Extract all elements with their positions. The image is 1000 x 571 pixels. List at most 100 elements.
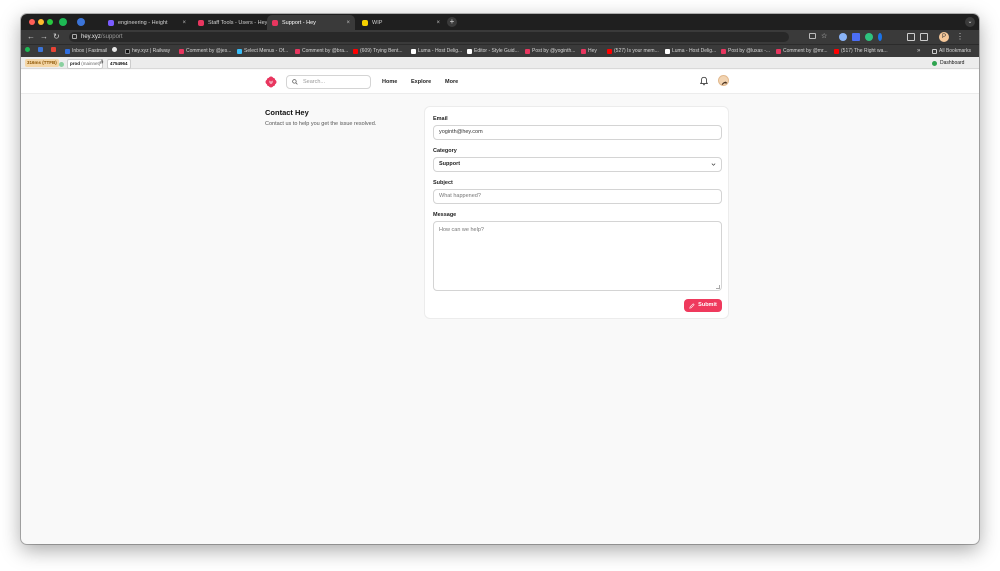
globe-icon (59, 61, 64, 67)
bookmark-label: Editor - Style Guid... (474, 48, 519, 54)
bookmark-label: Luma - Host Delig... (672, 48, 717, 54)
bookmark-item[interactable]: Luma - Host Delig... (411, 47, 462, 56)
nav-link-more[interactable]: More (445, 76, 458, 88)
browser-window: engineering - Height × Staff Tools - Use… (21, 14, 979, 544)
submit-button[interactable]: Submit (684, 299, 722, 312)
tab-label: WIP (372, 19, 383, 26)
bookmarks-bar: Inbox | Fastmail hey.xyz | Railway Comme… (21, 44, 979, 57)
close-tab-icon[interactable]: × (182, 20, 186, 26)
bookmark-github[interactable] (112, 47, 119, 52)
reload-icon[interactable]: ↻ (53, 32, 60, 42)
hey-icon (295, 49, 300, 54)
resize-handle[interactable] (716, 285, 720, 289)
bookmark-item[interactable]: Inbox | Fastmail (65, 47, 107, 56)
hey-favicon-icon (272, 19, 278, 26)
cast-icon[interactable] (809, 33, 816, 39)
minimize-window-button[interactable] (38, 19, 44, 25)
bookmark-label: Luma - Host Delig... (418, 48, 463, 54)
bookmark-item[interactable]: hey.xyz | Railway (125, 47, 170, 56)
bookmark-item[interactable]: Post by @yoginth... (525, 47, 575, 56)
tab-search-chevron-icon[interactable]: ⌄ (965, 17, 975, 27)
fastmail-icon (65, 49, 70, 54)
user-avatar[interactable] (718, 75, 729, 86)
message-textarea[interactable]: How can we help? (433, 221, 722, 291)
bookmark-spotify[interactable] (25, 47, 32, 52)
close-window-button[interactable] (29, 19, 35, 25)
commit-value: 4754964 (107, 59, 131, 69)
bookmark-item[interactable]: (517) The Right wa... (834, 47, 888, 56)
site-info-icon[interactable] (72, 34, 77, 39)
bookmark-app[interactable] (38, 47, 45, 52)
pinned-tab-app-icon[interactable] (77, 18, 85, 26)
new-tab-button[interactable]: + (447, 17, 457, 27)
close-tab-icon[interactable]: × (436, 20, 440, 26)
extension-blue-icon[interactable] (839, 33, 847, 41)
bookmark-item[interactable]: Comment by @bra... (295, 47, 348, 56)
bookmark-label: Post by @yoginth... (532, 48, 576, 54)
bookmark-item[interactable]: Comment by @mr... (776, 47, 828, 56)
avatar-image (721, 81, 728, 85)
editor-icon (467, 49, 472, 54)
pinned-tab-spotify-icon[interactable] (59, 18, 67, 26)
category-value: Support (439, 161, 461, 167)
extension-z-icon[interactable] (852, 33, 860, 41)
branch-suffix: (mainnet) (81, 61, 101, 66)
branch-indicator[interactable]: prod (mainnet) (59, 59, 104, 69)
dashboard-label: Dashboard (940, 60, 965, 66)
nav-link-home[interactable]: Home (382, 76, 397, 88)
bookmark-item[interactable]: (527) Is your mem... (607, 47, 659, 56)
extension-bar-icon[interactable] (878, 33, 882, 41)
all-bookmarks[interactable]: All Bookmarks (932, 47, 971, 56)
commit-badge[interactable]: 4754964 (107, 59, 131, 69)
tab-support[interactable]: Support - Hey × (267, 15, 355, 30)
chevron-down-icon (711, 163, 716, 166)
profile-avatar[interactable]: P (939, 32, 949, 42)
submit-label: Submit (698, 302, 717, 308)
bookmark-gmail[interactable] (51, 47, 58, 52)
youtube-icon (834, 49, 839, 54)
dashboard-link[interactable]: Dashboard (932, 59, 964, 67)
search-placeholder: Search... (303, 79, 326, 85)
email-label: Email (433, 116, 448, 122)
bookmark-item[interactable]: Luma - Host Delig... (665, 47, 716, 56)
bookmark-item[interactable]: Select Menus - Of... (237, 47, 288, 56)
staff-dev-bar: 316ms (TTFB) prod (mainnet) # 4754964 Da… (21, 57, 979, 69)
category-select[interactable]: Support (433, 157, 722, 172)
menu-kebab-icon[interactable]: ⋮ (956, 32, 964, 42)
search-input[interactable]: Search... (286, 75, 371, 89)
hey-icon (776, 49, 781, 54)
folder-icon (932, 49, 937, 54)
bookmark-star-icon[interactable]: ☆ (821, 32, 827, 42)
bookmarks-overflow-icon[interactable]: » (917, 47, 920, 56)
address-bar[interactable]: hey.xyz/support (69, 32, 789, 42)
url-host: hey.xyz (81, 34, 101, 40)
tab-label: Support - Hey (282, 19, 316, 26)
hey-logo-icon[interactable] (265, 76, 277, 88)
bookmark-item[interactable]: Post by @luxas -... (721, 47, 770, 56)
bookmark-label: (527) Is your mem... (614, 48, 659, 54)
email-field[interactable]: yoginth@hey.com (433, 125, 722, 140)
bookmark-item[interactable]: (609) Trying Bent... (353, 47, 403, 56)
subject-field[interactable]: What happened? (433, 189, 722, 204)
back-arrow-icon[interactable]: ← (27, 32, 35, 42)
close-tab-icon[interactable]: × (346, 20, 350, 26)
nav-link-explore[interactable]: Explore (411, 76, 431, 88)
notifications-bell-icon[interactable] (699, 76, 709, 86)
app-icon (38, 47, 43, 52)
github-icon (112, 47, 117, 52)
hey-icon (525, 49, 530, 54)
bookmark-label: Select Menus - Of... (244, 48, 289, 54)
forward-arrow-icon[interactable]: → (40, 32, 48, 42)
extension-green-icon[interactable] (865, 33, 873, 41)
bookmark-item[interactable]: Editor - Style Guid... (467, 47, 519, 56)
maximize-window-button[interactable] (47, 19, 53, 25)
bookmark-item[interactable]: Comment by @jes... (179, 47, 231, 56)
luma-icon (411, 49, 416, 54)
tab-height[interactable]: engineering - Height × (103, 15, 191, 30)
bookmark-item[interactable]: Hey (581, 47, 597, 56)
tab-label: engineering - Height (118, 19, 168, 26)
tab-wip[interactable]: WIP × (357, 15, 445, 30)
category-label: Category (433, 148, 457, 154)
extensions-puzzle-icon[interactable] (907, 33, 915, 41)
reading-list-icon[interactable] (920, 33, 928, 41)
